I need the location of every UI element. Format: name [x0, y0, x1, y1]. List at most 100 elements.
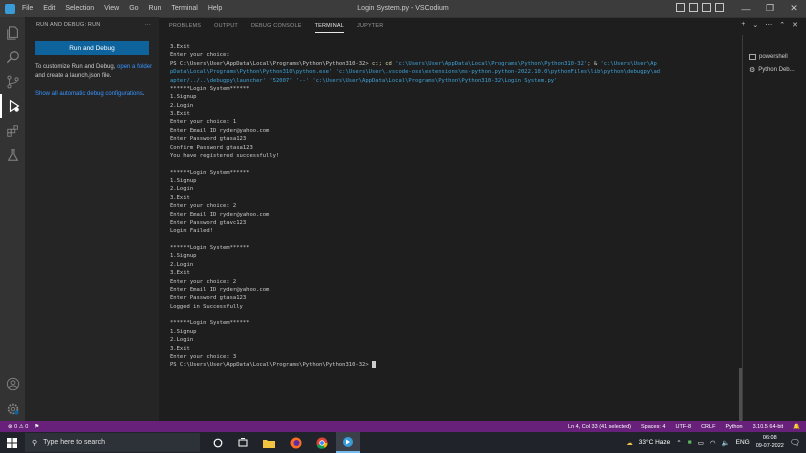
python-interpreter[interactable]: 3.10.5 64-bit — [753, 424, 784, 430]
clock-time: 06:08 — [762, 435, 777, 441]
search-icon[interactable] — [0, 45, 25, 69]
testing-icon[interactable] — [0, 143, 25, 167]
tray-app-icon[interactable]: ■ — [688, 439, 692, 446]
terminal-line: ​ — [170, 311, 742, 319]
start-button[interactable] — [0, 432, 24, 453]
weather-icon[interactable]: ☁ — [626, 439, 633, 447]
run-and-debug-icon[interactable] — [0, 94, 25, 118]
terminal-cursor — [372, 361, 376, 369]
terminal-line: 3.Exit — [170, 194, 190, 201]
terminal-line: ​ — [170, 236, 742, 244]
file-explorer-icon[interactable] — [257, 432, 281, 453]
account-icon[interactable] — [0, 372, 25, 396]
panel-more-icon[interactable]: ⋯ — [765, 21, 772, 29]
weather-text[interactable]: 33°C Haze — [639, 439, 671, 446]
problems-status[interactable]: ⊗ 0 ⚠ 0 — [8, 424, 28, 430]
show-debug-configs-link[interactable]: Show all automatic debug configurations — [35, 91, 143, 97]
error-count: 0 — [14, 423, 18, 430]
vscodium-logo-icon — [5, 3, 15, 14]
encoding[interactable]: UTF-8 — [675, 424, 691, 430]
open-folder-link[interactable]: open a folder — [117, 64, 152, 70]
terminal-line: 3.Exit — [170, 111, 190, 117]
terminal-tab-powershell[interactable]: powershell — [749, 54, 788, 60]
customize-layout-icon[interactable] — [715, 3, 724, 12]
terminal-command-line: pData\Local\Programs\Python\Python310\py… — [170, 69, 661, 76]
terminal-output[interactable]: 3.Exit Enter your choice: PS C:\Users\User… — [170, 43, 742, 370]
task-view-icon[interactable] — [231, 432, 255, 453]
clock-date: 09-07-2022 — [755, 442, 784, 449]
terminal-line: Enter your choice: 2 — [170, 203, 237, 210]
firefox-icon[interactable] — [284, 432, 308, 453]
activity-bar — [0, 17, 25, 421]
tab-terminal[interactable]: TERMINAL — [314, 20, 344, 33]
terminal-line: Enter your choice: — [170, 52, 230, 59]
window-controls: — ❐ ✕ — [734, 0, 806, 17]
terminal-final-line: PS C:\Users\User\AppData\Local\Programs\… — [170, 361, 742, 369]
terminal-tab-python-debug[interactable]: ⚙ Python Deb... — [749, 66, 795, 74]
notification-center-icon[interactable]: 🗨 — [790, 438, 800, 447]
menu-view[interactable]: View — [103, 5, 120, 12]
menu-terminal[interactable]: Terminal — [170, 5, 198, 12]
warning-count: 0 — [25, 423, 29, 430]
terminal-line: Enter Email ID ryder@yahoo.com — [170, 211, 270, 218]
debug-status-icon[interactable]: ⚑ — [34, 424, 39, 430]
tab-problems[interactable]: PROBLEMS — [169, 20, 201, 33]
vscodium-taskbar-icon[interactable] — [336, 432, 360, 453]
manage-gear-icon[interactable] — [0, 397, 25, 421]
menu-help[interactable]: Help — [207, 5, 223, 12]
minimize-icon[interactable]: — — [734, 0, 758, 17]
bottom-panel: PROBLEMS OUTPUT DEBUG CONSOLE TERMINAL J… — [159, 17, 806, 422]
language-mode[interactable]: Python — [725, 424, 742, 430]
cursor-position[interactable]: Ln 4, Col 33 (41 selected) — [568, 424, 631, 430]
run-and-debug-button[interactable]: Run and Debug — [35, 41, 149, 55]
terminal-line: ******Login System****** — [170, 169, 250, 176]
terminal-line: 2.Login — [170, 102, 194, 109]
cmd-head: c:; cd — [368, 60, 396, 67]
menu-edit[interactable]: Edit — [42, 5, 56, 12]
tab-jupyter[interactable]: JUPYTER — [357, 20, 383, 33]
notifications-bell-icon[interactable]: 🔔 — [793, 424, 800, 430]
battery-icon[interactable]: ▭ — [698, 439, 704, 447]
end-of-line[interactable]: CRLF — [701, 424, 715, 430]
toggle-secondary-sidebar-icon[interactable] — [702, 3, 711, 12]
menu-go[interactable]: Go — [128, 5, 139, 12]
volume-icon[interactable]: 🔈 — [722, 439, 730, 447]
search-icon: ⚲ — [32, 439, 38, 447]
terminal-prompt: PS C:\Users\User\AppData\Local\Programs\… — [170, 60, 369, 67]
terminal-line: 3.Exit — [170, 270, 190, 277]
close-panel-icon[interactable]: ✕ — [792, 21, 798, 29]
menu-file[interactable]: File — [21, 5, 34, 12]
toggle-sidebar-icon[interactable] — [676, 3, 685, 12]
tab-output[interactable]: OUTPUT — [214, 20, 238, 33]
close-icon[interactable]: ✕ — [782, 0, 806, 17]
terminal-line: Enter Email ID ryder@yahoo.com — [170, 127, 270, 134]
language-indicator[interactable]: ENG — [736, 439, 750, 446]
terminal-line: ******Login System****** — [170, 245, 250, 251]
taskbar-search-input[interactable]: ⚲ Type here to search — [25, 433, 200, 452]
show-hidden-icons-icon[interactable]: ⌃ — [676, 439, 681, 447]
cortana-icon[interactable] — [206, 432, 230, 453]
terminal-dropdown-icon[interactable]: ⌄ — [752, 21, 758, 29]
new-terminal-icon[interactable]: + — [741, 21, 745, 29]
terminal-line: Enter your choice: 2 — [170, 278, 237, 285]
terminal-line: ******Login System****** — [170, 320, 250, 327]
toggle-panel-icon[interactable] — [689, 3, 698, 12]
wifi-icon[interactable]: ◠ — [710, 439, 716, 447]
clock[interactable]: 06:08 09-07-2022 — [756, 435, 784, 450]
tab-debug-console[interactable]: DEBUG CONSOLE — [251, 20, 302, 33]
menu-run[interactable]: Run — [148, 5, 163, 12]
terminal-line: 2.Login — [170, 186, 194, 193]
restore-icon[interactable]: ❐ — [758, 0, 782, 17]
maximize-panel-icon[interactable]: ⌃ — [779, 21, 785, 29]
more-actions-icon[interactable]: ··· — [145, 22, 151, 28]
menu-selection[interactable]: Selection — [64, 5, 95, 12]
customize-text-1: To customize Run and Debug, — [35, 64, 118, 70]
cmd-mid: ; & — [587, 60, 601, 67]
terminal-line: 2.Login — [170, 337, 194, 344]
chrome-icon[interactable] — [310, 432, 334, 453]
title-bar: File Edit Selection View Go Run Terminal… — [0, 0, 806, 17]
source-control-icon[interactable] — [0, 70, 25, 94]
explorer-icon[interactable] — [0, 21, 25, 45]
extensions-icon[interactable] — [0, 119, 25, 143]
indentation[interactable]: Spaces: 4 — [641, 424, 665, 430]
